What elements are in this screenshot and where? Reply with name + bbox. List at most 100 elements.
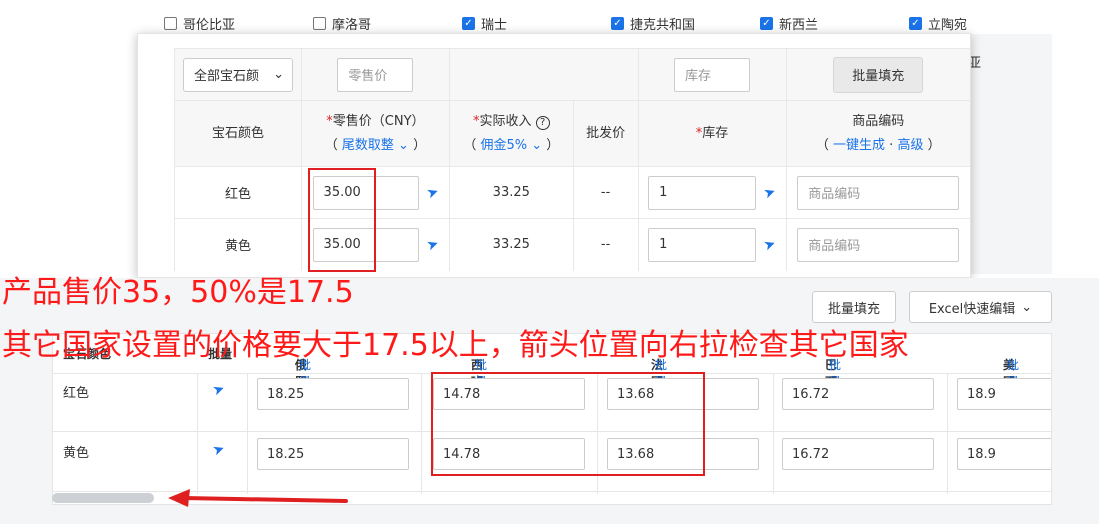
header-wholesale: 批发价 bbox=[572, 100, 639, 167]
sku-row: 红色 35.00 ➤ 33.25 -- 1 ➤ 商品编码 bbox=[174, 166, 970, 219]
row-stock-cell: 1 ➤ bbox=[637, 218, 787, 271]
stock-batch-input[interactable]: 库存 bbox=[674, 57, 751, 92]
send-icon[interactable]: ➤ bbox=[211, 440, 227, 459]
excel-edit-label: Excel快速编辑 bbox=[928, 301, 1016, 317]
header-sku: 商品编码 （ 一键生成 · 高级 ） bbox=[785, 100, 970, 167]
chevron-down-icon: ⌄ bbox=[531, 137, 543, 153]
sku-input[interactable]: 商品编码 bbox=[797, 175, 960, 210]
header-color: 宝石颜色 bbox=[174, 100, 302, 167]
sku-table: 全部宝石颜 ⌄ 零售价 库存 批量填充 宝石颜色 *零售价（CNY） （ 尾数取… bbox=[174, 48, 970, 271]
checkbox-checked-icon[interactable]: ✓ bbox=[760, 17, 773, 30]
horizontal-scrollbar[interactable] bbox=[52, 493, 154, 503]
annotation-text-1: 产品售价35，50%是17.5 bbox=[2, 275, 354, 310]
input-placeholder: 商品编码 bbox=[808, 187, 861, 202]
row-stock-cell: 1 ➤ bbox=[637, 166, 787, 219]
filter-row: 全部宝石颜 ⌄ 零售价 库存 批量填充 bbox=[174, 48, 970, 101]
bottom-batch-fill-button[interactable]: 批量填充 bbox=[812, 291, 896, 323]
country-label: 摩洛哥 bbox=[332, 18, 372, 33]
annotation-arrow-icon bbox=[168, 489, 348, 507]
stock-input[interactable]: 1 bbox=[648, 175, 757, 210]
color-filter-select[interactable]: 全部宝石颜 ⌄ bbox=[182, 57, 293, 92]
commission-dropdown[interactable]: 佣金5% ⌄ bbox=[480, 138, 542, 153]
input-placeholder: 库存 bbox=[685, 69, 712, 84]
row-wholesale: -- bbox=[572, 218, 639, 271]
background-strip bbox=[970, 34, 1052, 274]
country-label: 捷克共和国 bbox=[630, 18, 696, 33]
send-icon[interactable]: ➤ bbox=[762, 235, 778, 254]
price-input-usa[interactable]: 18.9 bbox=[957, 378, 1051, 410]
grid-row-color: 红色 bbox=[63, 386, 90, 401]
input-value: 1 bbox=[659, 185, 668, 200]
header-income: *实际收入 ? （ 佣金5% ⌄ ） bbox=[448, 100, 574, 167]
price-input-brazil[interactable]: 16.72 bbox=[782, 438, 934, 470]
stock-input[interactable]: 1 bbox=[648, 227, 757, 262]
header-retail-label: 零售价（CNY） bbox=[332, 113, 425, 129]
price-input-russia[interactable]: 18.25 bbox=[257, 438, 409, 470]
grid-row-color: 黄色 bbox=[63, 446, 90, 461]
input-value: 1 bbox=[659, 237, 668, 253]
country-label: 哥伦比亚 bbox=[183, 18, 236, 33]
rounding-dropdown[interactable]: 尾数取整 ⌄ bbox=[342, 138, 409, 153]
country-checkbox-switzerland[interactable]: ✓ 瑞士 bbox=[462, 14, 507, 33]
input-placeholder: 零售价 bbox=[348, 69, 388, 84]
commission-label: 佣金5% bbox=[480, 137, 528, 153]
country-checkbox-row: 哥伦比亚 摩洛哥 ✓ 瑞士 ✓ 捷克共和国 ✓ 新西兰 ✓ 立陶宛 bbox=[0, 14, 1099, 33]
row-color: 红色 bbox=[174, 166, 302, 219]
chevron-down-icon: ⌄ bbox=[398, 137, 409, 153]
country-checkbox-new-zealand[interactable]: ✓ 新西兰 bbox=[760, 14, 818, 33]
row-sku-cell: 商品编码 bbox=[785, 166, 970, 219]
sku-advanced-link[interactable]: 高级 bbox=[897, 138, 923, 153]
excel-edit-dropdown[interactable]: Excel快速编辑 ⌄ bbox=[909, 291, 1052, 323]
send-icon[interactable]: ➤ bbox=[424, 183, 440, 202]
price-input-brazil[interactable]: 16.72 bbox=[782, 378, 934, 410]
send-icon[interactable]: ➤ bbox=[211, 380, 227, 399]
header-income-label: 实际收入 bbox=[479, 113, 532, 129]
batch-fill-button[interactable]: 批量填充 bbox=[833, 56, 924, 93]
country-checkbox-colombia[interactable]: 哥伦比亚 bbox=[164, 14, 235, 33]
input-placeholder: 商品编码 bbox=[808, 239, 861, 255]
country-label: 瑞士 bbox=[481, 18, 508, 33]
checkbox-unchecked-icon[interactable] bbox=[164, 17, 177, 30]
row-income: 33.25 bbox=[448, 166, 574, 219]
header-sku-label: 商品编码 bbox=[852, 113, 905, 129]
price-input-usa[interactable]: 18.9 bbox=[957, 438, 1051, 470]
select-value: 全部宝石颜 bbox=[193, 69, 259, 84]
row-sku-cell: 商品编码 bbox=[785, 218, 970, 271]
chevron-down-icon: ⌄ bbox=[1021, 299, 1033, 315]
send-icon[interactable]: ➤ bbox=[424, 235, 440, 254]
row-wholesale: -- bbox=[572, 166, 639, 219]
checkbox-checked-icon[interactable]: ✓ bbox=[909, 17, 922, 30]
send-icon[interactable]: ➤ bbox=[762, 183, 778, 202]
batch-edit-popup: 全部宝石颜 ⌄ 零售价 库存 批量填充 宝石颜色 *零售价（CNY） （ 尾数取… bbox=[137, 33, 971, 278]
annotation-text-2: 其它国家设置的价格要大于17.5以上，箭头位置向右拉检查其它国家 bbox=[2, 328, 909, 363]
annotation-box-retail bbox=[308, 168, 376, 272]
page: 哥伦比亚 摩洛哥 ✓ 瑞士 ✓ 捷克共和国 ✓ 新西兰 ✓ 立陶宛 亚 全部宝石… bbox=[0, 0, 1099, 524]
retail-price-batch-input[interactable]: 零售价 bbox=[337, 57, 414, 92]
sku-row: 黄色 35.00 ➤ 33.25 -- 1 ➤ 商品编码 bbox=[174, 218, 970, 271]
checkbox-checked-icon[interactable]: ✓ bbox=[611, 17, 624, 30]
row-income: 33.25 bbox=[448, 218, 574, 271]
filter-cell: 全部宝石颜 ⌄ bbox=[174, 48, 302, 101]
price-input-russia[interactable]: 18.25 bbox=[257, 378, 409, 410]
country-label: 新西兰 bbox=[779, 18, 819, 33]
checkbox-unchecked-icon[interactable] bbox=[313, 17, 326, 30]
country-label: 立陶宛 bbox=[928, 18, 968, 33]
header-retail: *零售价（CNY） （ 尾数取整 ⌄ ） bbox=[300, 100, 450, 167]
filter-cell: 零售价 bbox=[300, 48, 450, 101]
filter-cell: 批量填充 bbox=[785, 48, 970, 101]
header-stock: *库存 bbox=[637, 100, 787, 167]
sku-input[interactable]: 商品编码 bbox=[797, 227, 960, 262]
filter-cell bbox=[448, 48, 639, 101]
country-checkbox-morocco[interactable]: 摩洛哥 bbox=[313, 14, 371, 33]
header-row: 宝石颜色 *零售价（CNY） （ 尾数取整 ⌄ ） *实际收入 ? （ 佣金5%… bbox=[174, 100, 970, 167]
annotation-box-prices bbox=[431, 372, 705, 476]
country-checkbox-lithuania[interactable]: ✓ 立陶宛 bbox=[909, 14, 967, 33]
chevron-down-icon: ⌄ bbox=[273, 67, 284, 82]
header-stock-label: 库存 bbox=[702, 125, 729, 141]
sku-generate-link[interactable]: 一键生成 bbox=[833, 138, 885, 153]
country-checkbox-czech[interactable]: ✓ 捷克共和国 bbox=[611, 14, 695, 33]
checkbox-checked-icon[interactable]: ✓ bbox=[462, 17, 475, 30]
filter-cell: 库存 bbox=[637, 48, 787, 101]
help-icon[interactable]: ? bbox=[535, 115, 550, 130]
rounding-label: 尾数取整 bbox=[341, 137, 394, 153]
